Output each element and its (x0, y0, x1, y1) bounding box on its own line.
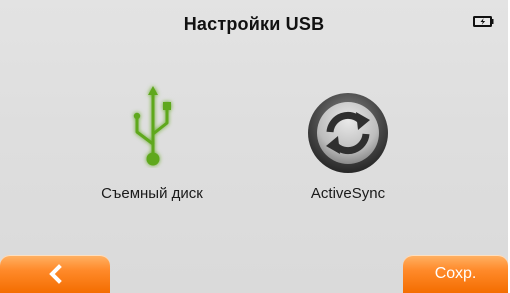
save-button[interactable]: Сохр. (403, 255, 508, 293)
back-button[interactable] (0, 255, 110, 293)
removable-disk-label: Съемный диск (101, 185, 203, 202)
activesync-label: ActiveSync (310, 185, 386, 202)
removable-disk-option[interactable]: Съемный диск (72, 82, 232, 212)
page-title: Настройки USB (183, 14, 325, 34)
usb-settings-screen: Настройки USB Съемный диск ActiveSync Со… (0, 0, 508, 293)
usb-icon-container (72, 82, 232, 182)
battery-charging-icon (473, 16, 494, 27)
activesync-icon-container (268, 82, 428, 182)
chevron-left-icon (49, 264, 62, 284)
usb-icon (133, 86, 171, 166)
activesync-icon (308, 93, 388, 173)
activesync-option[interactable]: ActiveSync (268, 82, 428, 212)
